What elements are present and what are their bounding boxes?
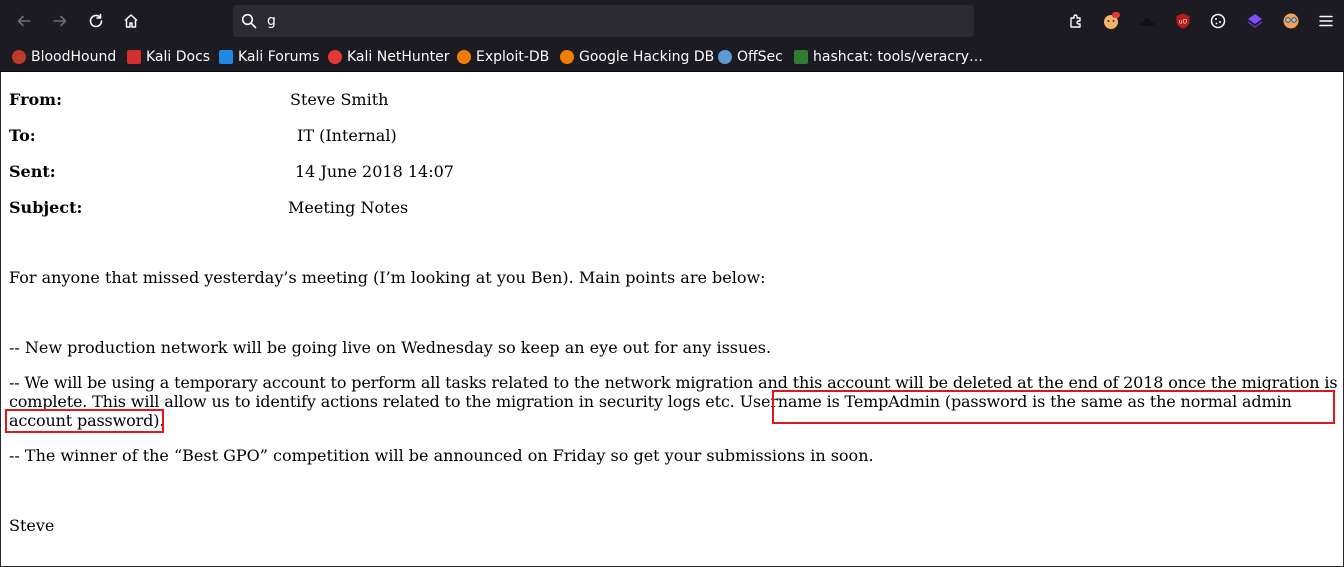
subject-value: Meeting Notes bbox=[288, 198, 409, 217]
bookmark-kali-forums[interactable]: Kali Forums bbox=[219, 48, 319, 66]
extension-hat-button[interactable] bbox=[1136, 10, 1158, 32]
from-value: Steve Smith bbox=[290, 90, 389, 109]
search-icon bbox=[241, 13, 257, 29]
url-input[interactable] bbox=[267, 9, 957, 33]
svg-text:uO: uO bbox=[1179, 19, 1188, 26]
kali-nethunter-icon bbox=[328, 50, 342, 64]
extension-face-button[interactable] bbox=[1100, 10, 1122, 32]
extension-glasses-button[interactable] bbox=[1280, 10, 1302, 32]
wappalyzer-button[interactable] bbox=[1244, 10, 1266, 32]
to-value: IT (Internal) bbox=[297, 126, 397, 145]
cookie-icon bbox=[1210, 13, 1226, 29]
bookmark-exploit-db[interactable]: Exploit-DB bbox=[457, 48, 549, 66]
offsec-icon bbox=[718, 50, 732, 64]
extensions-button[interactable] bbox=[1065, 10, 1087, 32]
email-intro: For anyone that missed yesterday’s meeti… bbox=[9, 268, 766, 287]
sent-label: Sent: bbox=[9, 162, 56, 181]
email-point-2: -- We will be using a temporary account … bbox=[9, 373, 1344, 430]
bookmark-bloodhound[interactable]: BloodHound bbox=[12, 48, 116, 66]
reload-button[interactable] bbox=[82, 7, 110, 35]
hamburger-menu-icon bbox=[1319, 15, 1333, 27]
email-view: From: Steve Smith To: IT (Internal) Sent… bbox=[0, 72, 1344, 567]
arrow-right-icon bbox=[53, 15, 67, 27]
face-badge-icon bbox=[1104, 12, 1120, 29]
exploit-db-icon bbox=[457, 50, 471, 64]
ghdb-icon bbox=[560, 50, 574, 64]
ublock-button[interactable]: uO bbox=[1172, 10, 1194, 32]
email-signature: Steve bbox=[9, 516, 55, 535]
reload-icon bbox=[89, 13, 103, 28]
bookmark-offsec[interactable]: OffSec bbox=[718, 48, 783, 66]
bookmark-kali-nethunter[interactable]: Kali NetHunter bbox=[328, 48, 449, 66]
bloodhound-icon bbox=[12, 50, 26, 64]
to-label: To: bbox=[9, 126, 36, 145]
bookmark-google-hacking-db[interactable]: Google Hacking DB bbox=[560, 48, 714, 66]
bookmark-hashcat[interactable]: hashcat: tools/veracry… bbox=[794, 48, 983, 66]
email-point-2-end: . bbox=[159, 411, 165, 430]
back-button[interactable] bbox=[10, 7, 38, 35]
sent-value: 14 June 2018 14:07 bbox=[295, 162, 454, 181]
subject-label: Subject: bbox=[9, 198, 83, 217]
browser-toolbar: uO bbox=[0, 0, 1344, 42]
bookmarks-bar: BloodHound Kali Docs Kali Forums Kali Ne… bbox=[0, 42, 1344, 72]
hat-icon bbox=[1139, 18, 1155, 26]
bookmark-kali-docs[interactable]: Kali Docs bbox=[127, 48, 210, 66]
glasses-face-icon bbox=[1283, 13, 1299, 29]
cookie-extension-button[interactable] bbox=[1207, 10, 1229, 32]
forward-button[interactable] bbox=[46, 7, 74, 35]
hashcat-icon bbox=[794, 50, 808, 64]
email-point-3: -- The winner of the “Best GPO” competit… bbox=[9, 446, 874, 465]
from-label: From: bbox=[9, 90, 63, 109]
layers-icon bbox=[1247, 14, 1263, 28]
home-button[interactable] bbox=[117, 7, 145, 35]
arrow-left-icon bbox=[17, 15, 31, 27]
puzzle-icon bbox=[1070, 14, 1081, 28]
home-icon bbox=[124, 14, 138, 28]
shield-icon: uO bbox=[1176, 13, 1190, 29]
menu-button[interactable] bbox=[1315, 10, 1337, 32]
email-point-1: -- New production network will be going … bbox=[9, 338, 772, 357]
address-bar[interactable] bbox=[233, 5, 974, 37]
kali-forums-icon bbox=[219, 50, 233, 64]
kali-docs-icon bbox=[127, 50, 141, 64]
